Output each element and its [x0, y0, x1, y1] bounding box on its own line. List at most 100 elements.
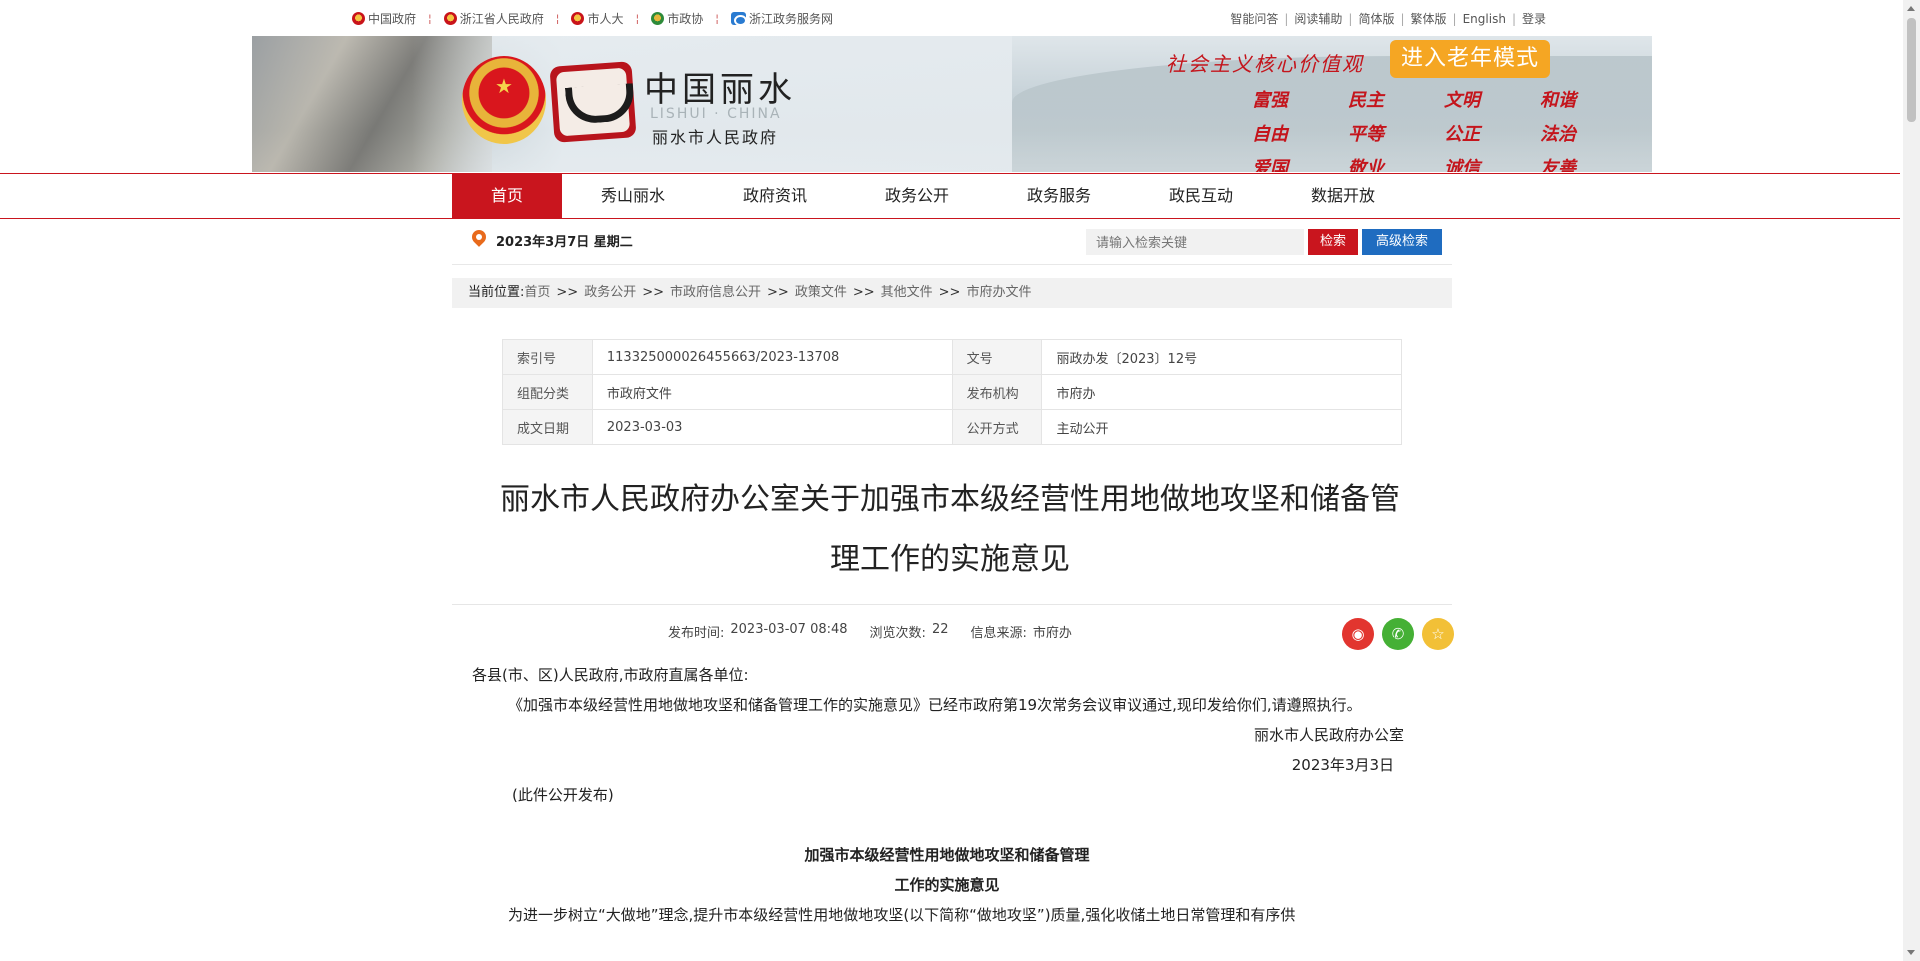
top-bar: 中国政府 ¦ 浙江省人民政府 ¦ 市人大 ¦ 市政协 ¦ 浙江政务服务网 智能问…: [0, 0, 1920, 36]
cppcc-emblem-icon: [651, 12, 665, 25]
info-value: 市政府文件: [591, 374, 953, 410]
nav-open-gov[interactable]: 政务公开: [846, 174, 988, 218]
breadcrumb: 当前位置:首页 >> 政务公开 >> 市政府信息公开 >> 政策文件 >> 其他文件 >> 市府办文…: [452, 278, 1452, 308]
core-values-grid: 富强 民主 文明 和谐 自由 平等 公正 法治 爱国 敬业 诚信 友善: [1252, 86, 1592, 172]
views-label: 浏览次数:: [869, 626, 926, 641]
link-zhejiang-gov[interactable]: 浙江省人民政府: [443, 10, 544, 27]
core-value: 和谐: [1540, 90, 1576, 111]
breadcrumb-item[interactable]: 市府办文件: [966, 285, 1031, 300]
greeting: 各县(市、区)人民政府,市政府直属各单位:: [472, 666, 749, 684]
nav-bottom-line: [0, 218, 1900, 219]
date-text: 2023年3月7日 星期二: [496, 234, 633, 250]
link-npc[interactable]: 市人大: [571, 10, 623, 27]
table-row: 索引号 113325000026455663/2023-13708 文号 丽政办…: [502, 339, 1402, 375]
divider: [452, 604, 1452, 605]
source-label: 信息来源:: [970, 626, 1027, 641]
wechat-share-icon[interactable]: ✆: [1382, 618, 1414, 650]
info-value: 主动公开: [1041, 409, 1402, 445]
breadcrumb-separator: >>: [852, 285, 875, 300]
location-pin-icon: [470, 230, 488, 250]
paragraph: 《加强市本级经营性用地做地攻坚和储备管理工作的实施意见》已经市政府第19次常务会…: [508, 696, 1362, 714]
public-note: (此件公开发布): [512, 786, 614, 804]
info-key: 公开方式: [951, 409, 1043, 445]
scrollbar-thumb[interactable]: [1907, 18, 1916, 122]
site-subtitle-en: LISHUI · CHINA: [650, 106, 782, 122]
weibo-share-icon[interactable]: ◉: [1342, 618, 1374, 650]
core-value: 平等: [1348, 124, 1384, 145]
core-value: 民主: [1348, 90, 1384, 111]
link-english[interactable]: English: [1457, 12, 1512, 26]
core-value: 诚信: [1444, 158, 1480, 172]
link-label: 浙江省人民政府: [459, 12, 544, 26]
breadcrumb-item[interactable]: 市政府信息公开: [670, 285, 761, 300]
link-smart-qa[interactable]: 智能问答: [1224, 10, 1284, 27]
breadcrumb-separator: >>: [767, 285, 789, 300]
signer: 丽水市人民政府办公室: [1253, 726, 1404, 744]
link-label: 市政协: [667, 12, 704, 26]
breadcrumb-item[interactable]: 首页: [524, 285, 550, 300]
document-body: 各县(市、区)人民政府,市政府直属各单位: 《加强市本级经营性用地做地攻坚和储备…: [472, 660, 1422, 930]
nav-interaction[interactable]: 政民互动: [1130, 174, 1272, 218]
divider: ¦: [555, 12, 560, 25]
info-key: 文号: [951, 339, 1043, 375]
info-value: 市府办: [1041, 374, 1402, 410]
breadcrumb-separator: >>: [642, 285, 665, 300]
header-banner: ★ 中国丽水 LISHUI · CHINA 丽水市人民政府 社会主义核心价值观 …: [252, 36, 1652, 172]
divider: ¦: [635, 12, 640, 25]
info-key: 成文日期: [502, 409, 593, 445]
favorite-star-icon[interactable]: ☆: [1422, 618, 1454, 650]
publish-label: 发布时间:: [668, 626, 725, 641]
divider: ¦: [715, 12, 719, 25]
nav-news[interactable]: 政府资讯: [704, 174, 846, 218]
core-value: 敬业: [1348, 158, 1384, 172]
source-value: 市府办: [1032, 626, 1072, 641]
breadcrumb-separator: >>: [556, 285, 579, 300]
advanced-search-button[interactable]: 高级检索: [1362, 229, 1442, 255]
national-emblem-icon: [571, 12, 585, 25]
core-value: 友善: [1540, 158, 1576, 172]
site-title[interactable]: 中国丽水: [644, 62, 796, 111]
nav-open-data[interactable]: 数据开放: [1272, 174, 1414, 218]
info-value: 2023-03-03: [591, 409, 953, 445]
info-value: 113325000026455663/2023-13708: [591, 339, 953, 375]
section-heading: 工作的实施意见: [894, 876, 1000, 894]
elder-mode-button[interactable]: 进入老年模式: [1390, 40, 1550, 78]
breadcrumb-item[interactable]: 政务公开: [584, 285, 636, 300]
link-label: 浙江政务服务网: [748, 12, 833, 26]
nav-scenic[interactable]: 秀山丽水: [562, 174, 704, 218]
breadcrumb-item[interactable]: 政策文件: [795, 285, 847, 300]
link-traditional[interactable]: 繁体版: [1405, 10, 1453, 27]
link-reading-aid[interactable]: 阅读辅助: [1288, 10, 1348, 27]
info-key: 索引号: [502, 339, 593, 375]
main-nav: 首页 秀山丽水 政府资讯 政务公开 政务服务 政民互动 数据开放: [452, 174, 1414, 218]
site-subtitle: 丽水市人民政府: [652, 128, 779, 147]
page-scrollbar[interactable]: [1903, 0, 1920, 961]
core-value: 爱国: [1252, 158, 1288, 172]
publish-time: 2023-03-07 08:48: [730, 622, 848, 637]
search-input[interactable]: [1086, 229, 1304, 255]
service-logo-icon: [730, 12, 747, 26]
core-value: 文明: [1444, 90, 1480, 111]
nav-home[interactable]: 首页: [452, 174, 562, 218]
divider: ¦: [428, 12, 432, 25]
search-bar: 检索 高级检索: [1086, 229, 1442, 255]
section-heading: 加强市本级经营性用地做地攻坚和储备管理: [804, 846, 1090, 864]
scroll-up-icon[interactable]: [1907, 6, 1915, 11]
share-buttons: ◉ ✆ ☆: [1334, 618, 1454, 650]
top-links-left: 中国政府 ¦ 浙江省人民政府 ¦ 市人大 ¦ 市政协 ¦ 浙江政务服务网: [352, 10, 845, 27]
sign-date: 2023年3月3日: [1291, 756, 1394, 774]
paragraph: 为进一步树立“大做地”理念,提升市本级经营性用地做地攻坚(以下简称“做地攻坚”)…: [508, 906, 1296, 924]
link-china-gov[interactable]: 中国政府: [352, 10, 416, 27]
link-simplified[interactable]: 简体版: [1352, 10, 1400, 27]
nav-services[interactable]: 政务服务: [988, 174, 1130, 218]
info-key: 组配分类: [502, 374, 593, 410]
document-title: 丽水市人民政府办公室关于加强市本级经营性用地做地攻坚和储备管理工作的实施意见: [500, 482, 1400, 577]
breadcrumb-item[interactable]: 其他文件: [881, 285, 933, 300]
scroll-down-icon[interactable]: [1907, 950, 1915, 955]
link-zj-service[interactable]: 浙江政务服务网: [730, 10, 833, 27]
link-login[interactable]: 登录: [1516, 10, 1552, 27]
link-cppcc[interactable]: 市政协: [651, 10, 703, 27]
search-button[interactable]: 检索: [1308, 229, 1358, 255]
link-label: 市人大: [587, 12, 624, 26]
